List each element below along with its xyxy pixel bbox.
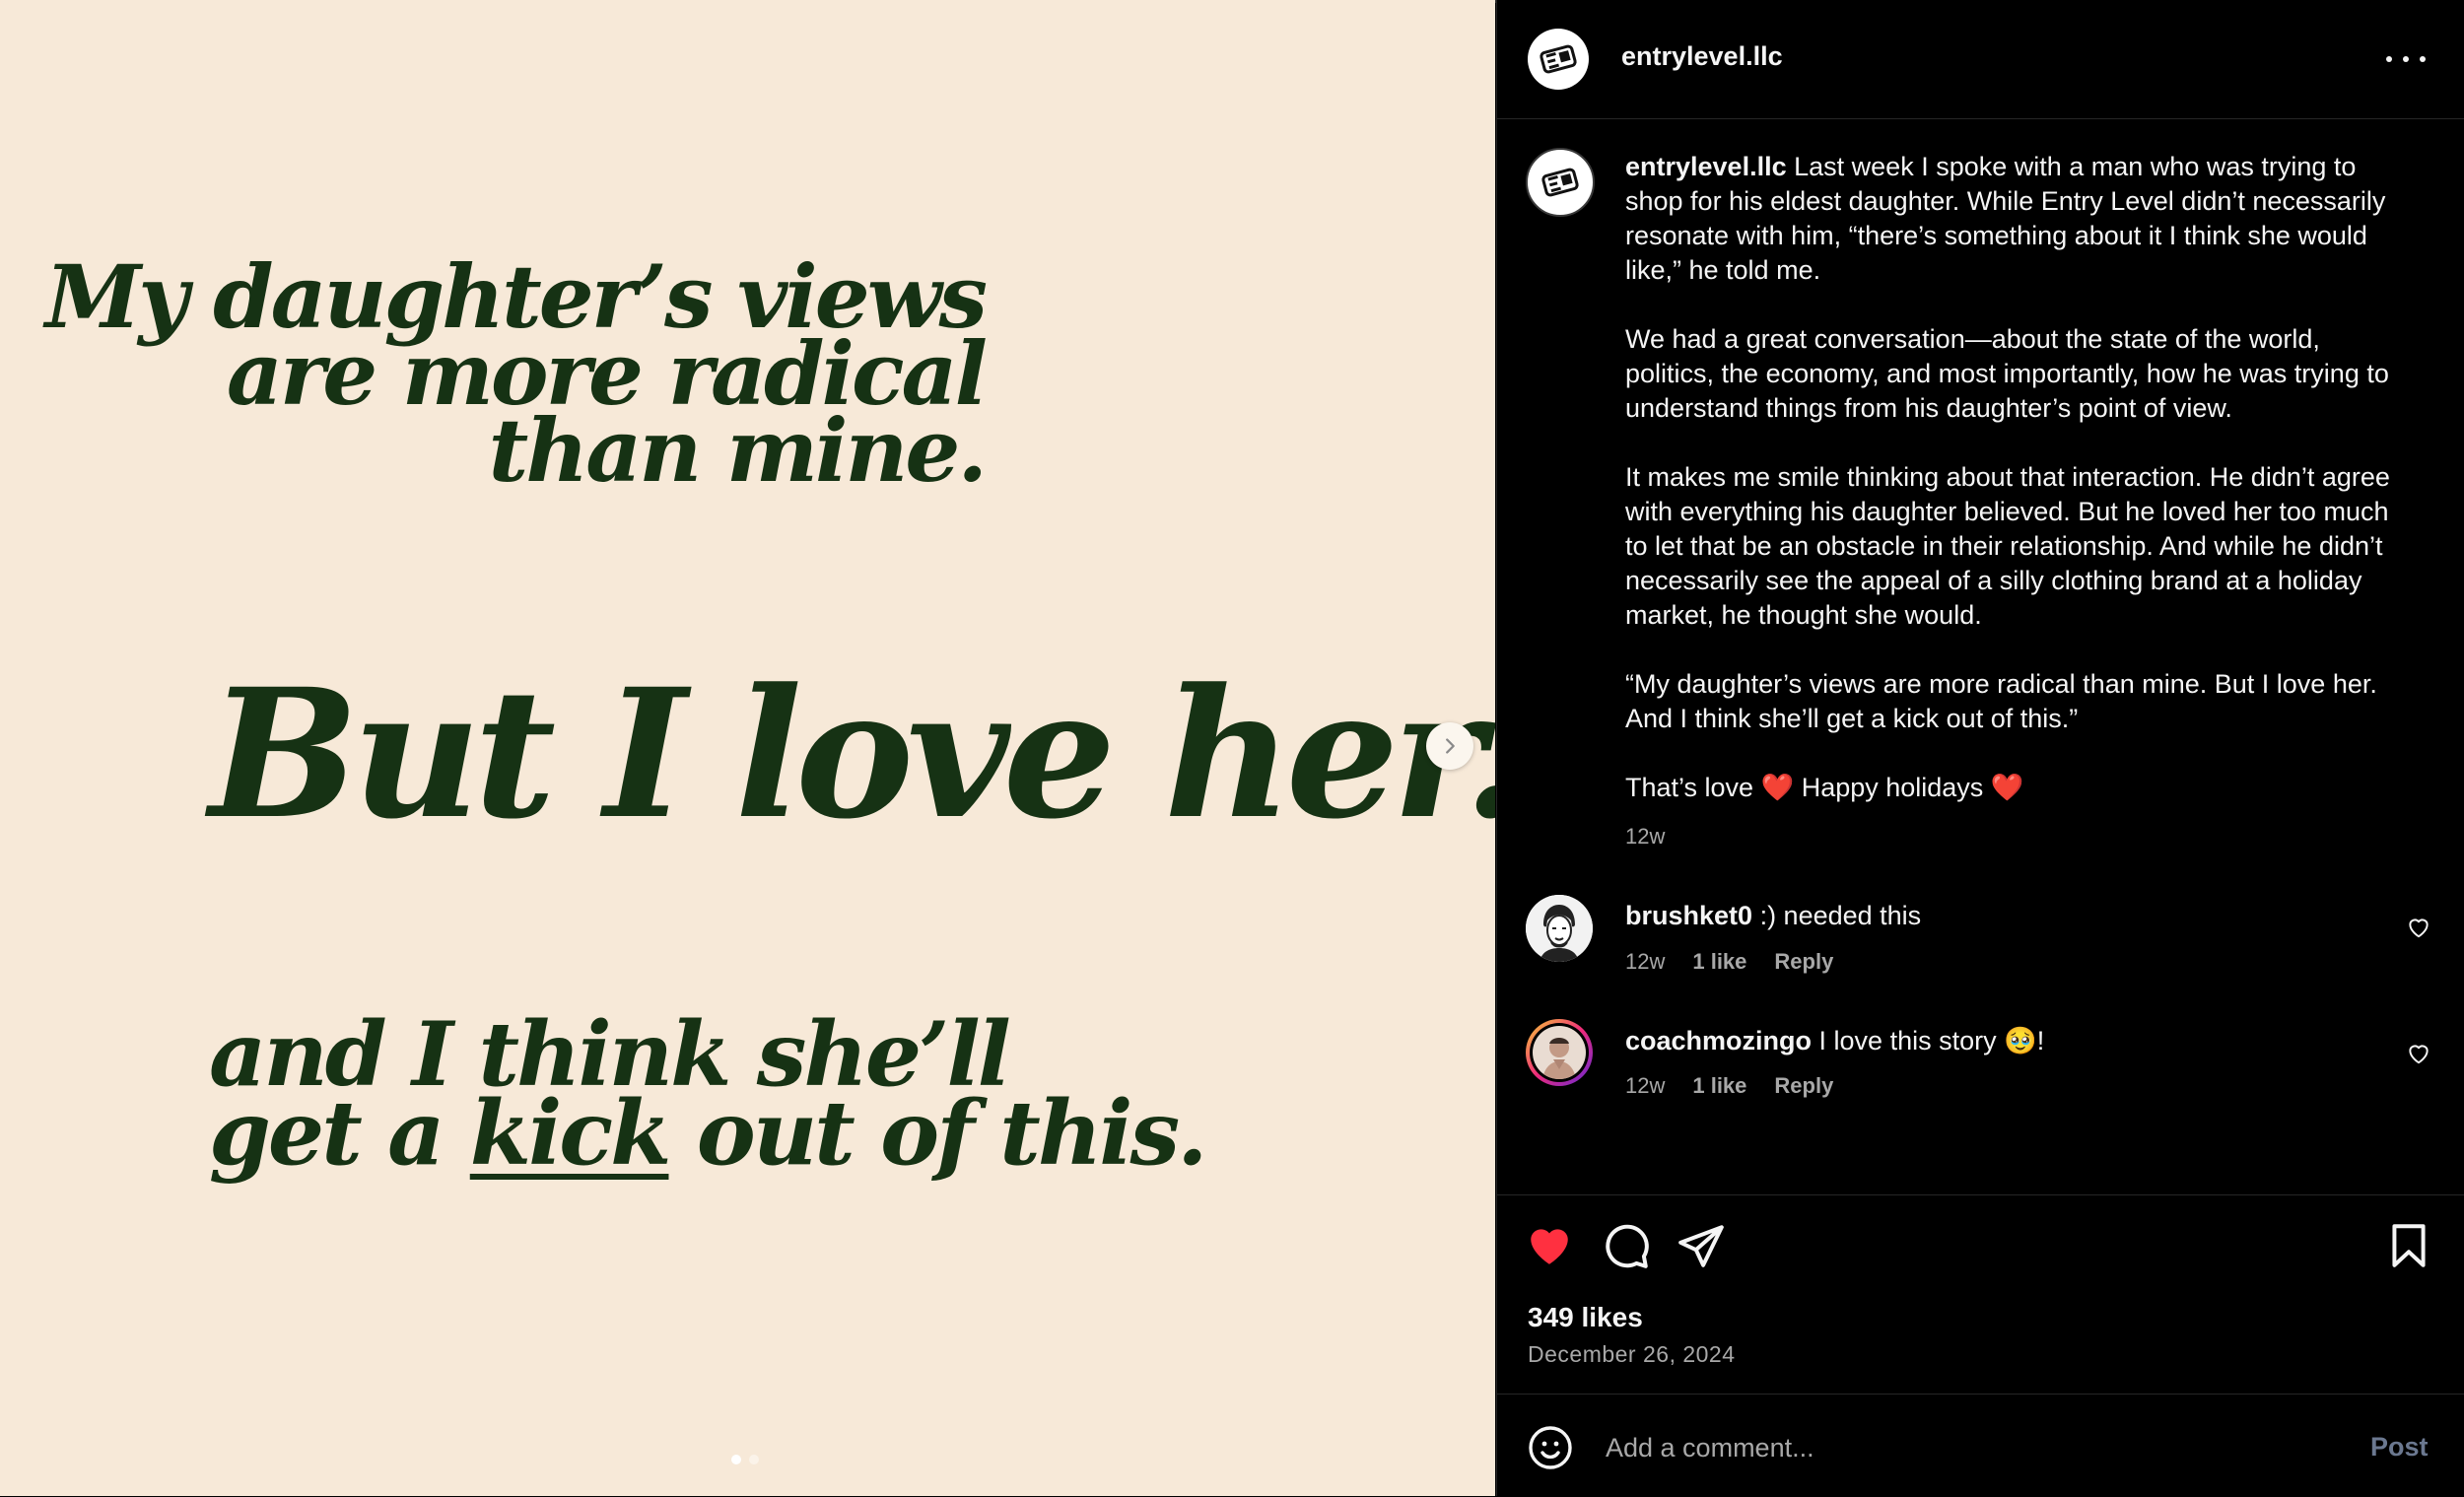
likes-count[interactable]: 349 likes <box>1528 1302 1643 1333</box>
brand-logo-icon <box>1541 168 1579 197</box>
comment-text: brushket0 :) needed this <box>1625 901 1922 930</box>
bookmark-save-icon[interactable] <box>2384 1221 2433 1270</box>
chevron-right-icon <box>1446 738 1455 754</box>
caption-paragraph: That’s love ❤️ Happy holidays ❤️ <box>1625 773 2024 802</box>
comment-meta: 12w 1 like Reply <box>1625 1073 1833 1099</box>
brand-logo-icon <box>1540 44 1577 74</box>
comment-meta: 12w 1 like Reply <box>1625 949 1833 975</box>
caption-paragraph: It makes me smile thinking about that in… <box>1625 462 2390 630</box>
slide-dot <box>749 1455 759 1464</box>
caption-paragraph: “My daughter’s views are more radical th… <box>1625 669 2377 733</box>
commenter-avatar-story-ring[interactable] <box>1526 1019 1593 1086</box>
user-avatar-icon <box>1533 1026 1586 1079</box>
caption-username[interactable]: entrylevel.llc <box>1625 152 1787 181</box>
next-slide-button[interactable] <box>1426 722 1473 770</box>
slide-indicator <box>731 1455 759 1464</box>
share-send-icon[interactable] <box>1677 1221 1726 1270</box>
slide-quote-top: My daughter’s views are more radical tha… <box>44 245 988 502</box>
comment-timestamp[interactable]: 12w <box>1625 1073 1665 1099</box>
more-options-icon[interactable] <box>2386 47 2426 71</box>
reply-button[interactable]: Reply <box>1774 1073 1833 1099</box>
comment-like-heart-icon[interactable] <box>2406 915 2431 940</box>
post-date[interactable]: December 26, 2024 <box>1528 1341 1736 1368</box>
comment-bubble-icon[interactable] <box>1602 1221 1651 1270</box>
post-image-slide[interactable]: My daughter’s views are more radical tha… <box>0 0 1495 1496</box>
caption-timestamp[interactable]: 12w <box>1625 824 1665 850</box>
add-comment-input[interactable] <box>1604 1422 2297 1473</box>
comment-timestamp[interactable]: 12w <box>1625 949 1665 975</box>
caption-avatar[interactable] <box>1526 148 1595 217</box>
slide-quote-bottom: and I think she’ll get a kick out of thi… <box>209 1002 1207 1186</box>
caption-paragraph: We had a great conversation—about the st… <box>1625 324 2389 423</box>
user-avatar-icon <box>1526 895 1593 962</box>
comment-username[interactable]: brushket0 <box>1625 901 1752 930</box>
comment-likes[interactable]: 1 like <box>1692 1073 1746 1099</box>
reply-button[interactable]: Reply <box>1774 949 1833 975</box>
profile-avatar[interactable] <box>1528 29 1589 90</box>
comment-username[interactable]: coachmozingo <box>1625 1026 1812 1055</box>
post-comment-button[interactable]: Post <box>2370 1432 2429 1463</box>
slide-quote-middle: But I love her... <box>209 650 1495 858</box>
commenter-avatar[interactable] <box>1526 895 1593 962</box>
post-caption: entrylevel.llc Last week I spoke with a … <box>1625 150 2414 805</box>
kick-underlined-word: kick <box>469 1081 672 1186</box>
add-comment-row: Post <box>1497 1394 2464 1497</box>
slide-dot-active <box>731 1455 741 1464</box>
header-username[interactable]: entrylevel.llc <box>1621 41 1783 72</box>
comment-like-heart-icon[interactable] <box>2406 1041 2431 1066</box>
comment-likes[interactable]: 1 like <box>1692 949 1746 975</box>
emoji-smiley-icon[interactable] <box>1527 1424 1574 1471</box>
like-heart-icon[interactable] <box>1525 1221 1574 1270</box>
comment-text: coachmozingo I love this story 🥹! <box>1625 1026 2045 1055</box>
post-side-panel: entrylevel.llc entrylevel.llc Last week … <box>1496 0 2464 1496</box>
post-header: entrylevel.llc <box>1497 0 2464 119</box>
